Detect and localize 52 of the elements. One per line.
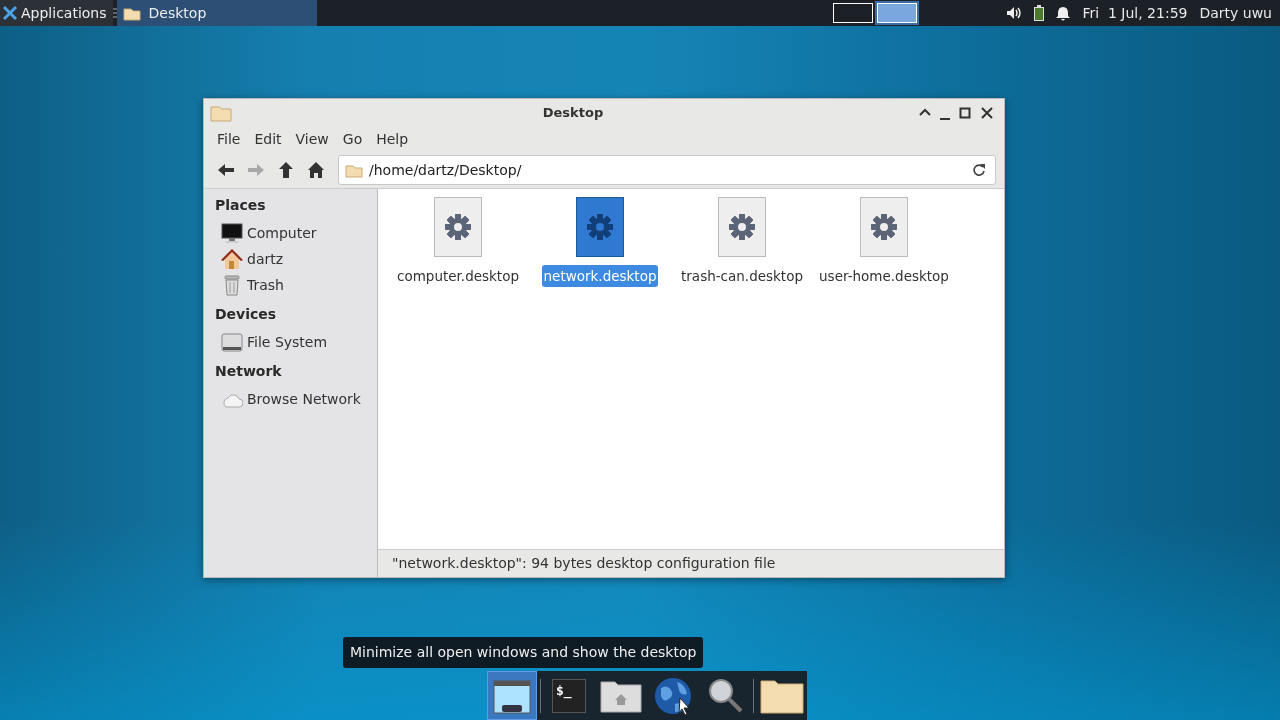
applications-menu[interactable]: Applications	[0, 0, 113, 26]
bell-icon[interactable]	[1056, 5, 1071, 21]
window-title: Desktop	[541, 104, 605, 123]
tooltip: Minimize all open windows and show the desktop	[343, 637, 704, 668]
folder-icon	[345, 162, 363, 178]
house-icon	[307, 161, 325, 179]
sidebar-item[interactable]: Trash	[215, 272, 284, 298]
gear-file-icon	[576, 197, 624, 257]
gear-file-icon	[860, 197, 908, 257]
status-bar: "network.desktop": 94 bytes desktop configuration file	[378, 549, 1004, 577]
folder-icon	[210, 104, 232, 122]
arrow-icon	[217, 161, 235, 179]
menu-item[interactable]: Go	[335, 128, 370, 150]
sidebar-item[interactable]: dartz	[215, 246, 284, 272]
gear-file-icon	[718, 197, 766, 257]
section-heading: Places	[215, 196, 267, 215]
workspace-button[interactable]	[830, 1, 875, 25]
trash-icon	[221, 274, 243, 296]
drive-icon	[221, 331, 243, 353]
menu-item[interactable]: File	[210, 128, 248, 150]
arrow-icon	[277, 161, 295, 179]
user-name[interactable]: Darty uwu	[1199, 2, 1272, 24]
monitor-icon	[221, 222, 243, 244]
sidebar-item[interactable]: File System	[215, 329, 328, 355]
volume-icon[interactable]	[1006, 6, 1023, 20]
clock[interactable]: Fri 1 Jul, 21:59	[1082, 2, 1188, 24]
section-heading: Network	[215, 362, 283, 381]
desktop-file-icon-item[interactable]: network.desktop	[530, 197, 670, 288]
minimize-icon	[940, 118, 950, 120]
folder-icon	[122, 5, 141, 21]
maximize-icon	[958, 106, 972, 120]
desktop-file-icon-item[interactable]: user-home.desktop	[814, 197, 954, 288]
menu-item[interactable]: Edit	[247, 128, 289, 150]
reload-icon	[972, 163, 986, 177]
gear-file-icon	[434, 197, 482, 257]
battery-icon[interactable]	[1034, 5, 1045, 21]
xfce-logo-icon	[2, 5, 18, 21]
sidebar-item[interactable]: Browse Network	[215, 386, 361, 412]
menu-item[interactable]: View	[288, 128, 336, 150]
location-field[interactable]: /home/dartz/Desktop/	[338, 155, 996, 185]
show-desktop-button[interactable]	[488, 672, 536, 719]
house-icon	[221, 248, 243, 270]
close-icon	[980, 106, 994, 120]
desktop-file-icon-item[interactable]: computer.desktop	[388, 197, 528, 288]
desktop-file-icon-item[interactable]: trash-can.desktop	[672, 197, 812, 288]
section-heading: Devices	[215, 305, 278, 324]
menu-item[interactable]: Help	[369, 128, 416, 150]
handle-icon	[112, 8, 117, 18]
workspace-button[interactable]	[874, 1, 919, 25]
arrow-icon	[247, 161, 265, 179]
sidebar-item[interactable]: Computer	[215, 220, 317, 246]
taskbar-window-button[interactable]: Desktop	[116, 0, 317, 26]
